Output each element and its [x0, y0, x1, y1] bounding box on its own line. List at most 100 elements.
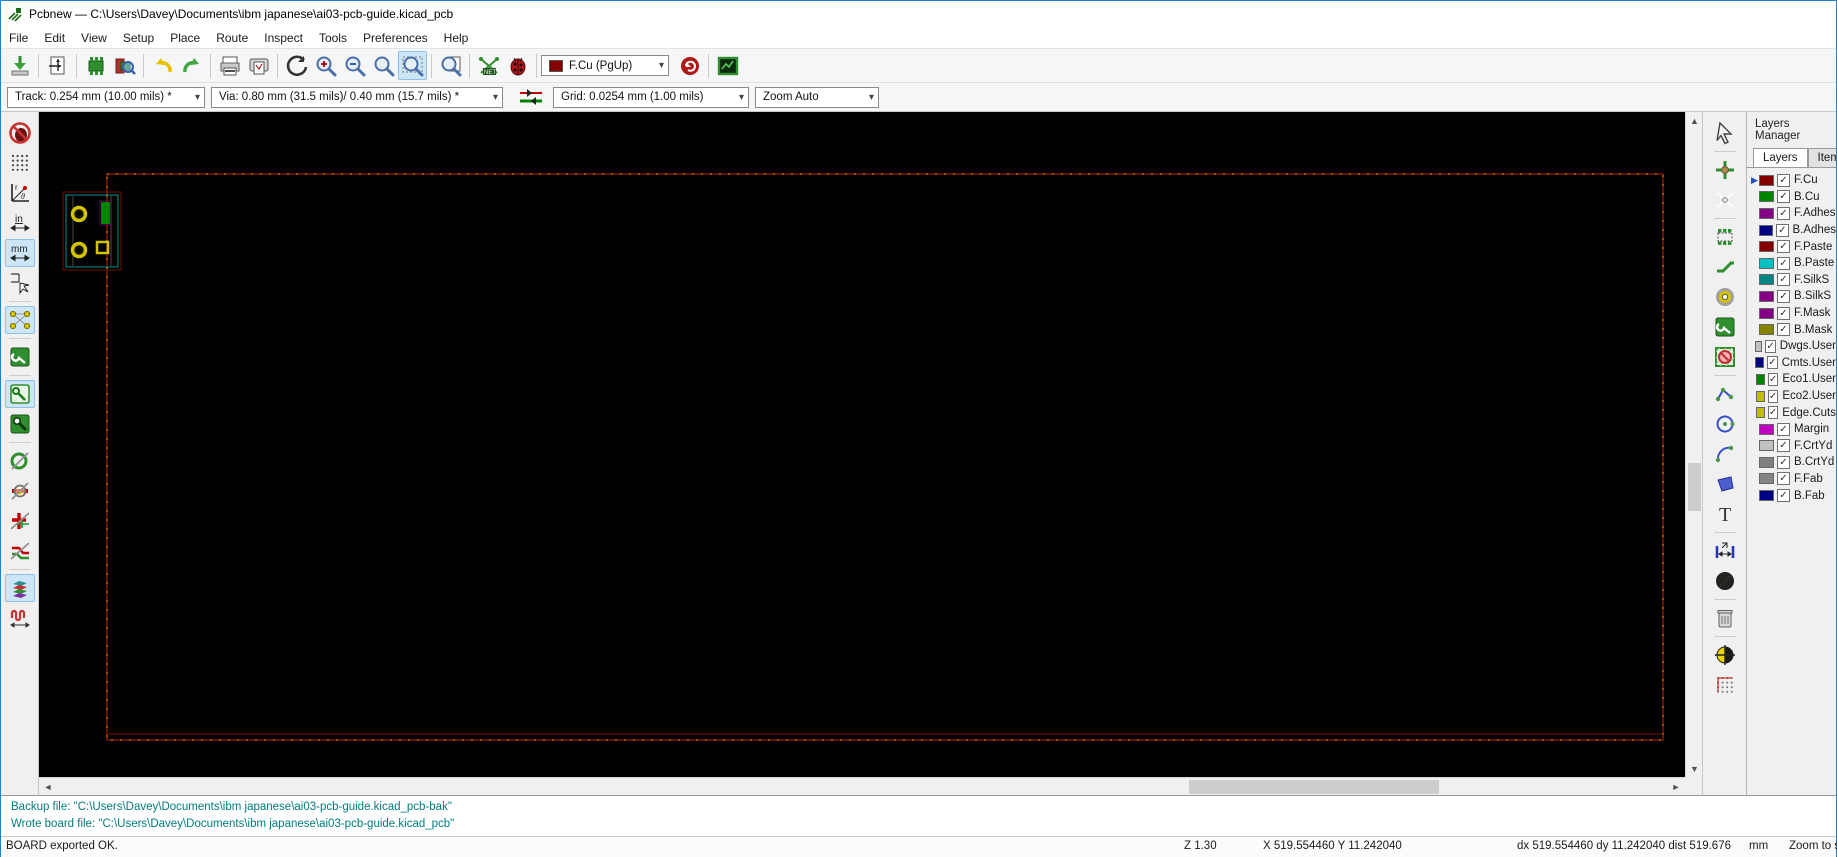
add-polygon-tool[interactable]: [1710, 470, 1740, 498]
scroll-right-arrow[interactable]: ►: [1667, 778, 1685, 796]
layer-color-swatch[interactable]: [1759, 191, 1774, 203]
menu-edit[interactable]: Edit: [36, 29, 73, 47]
polar-coords-toggle[interactable]: rθ: [5, 179, 35, 207]
zoom-block-button[interactable]: [436, 51, 465, 80]
layer-row-cmts-user[interactable]: ✓ Cmts.User: [1747, 355, 1836, 372]
horizontal-scrollbar[interactable]: ◄ ►: [39, 777, 1685, 795]
layer-visibility-checkbox[interactable]: ✓: [1777, 439, 1790, 453]
footprint-ratsnest-toggle[interactable]: [5, 343, 35, 371]
microwave-toolbar-toggle[interactable]: [5, 604, 35, 632]
print-button[interactable]: [215, 51, 244, 80]
layer-color-swatch[interactable]: [1759, 324, 1774, 336]
layer-color-swatch[interactable]: [1759, 440, 1774, 452]
pcb-canvas[interactable]: [39, 112, 1685, 777]
tab-layers[interactable]: Layers: [1753, 148, 1808, 167]
layer-visibility-checkbox[interactable]: ✓: [1777, 455, 1790, 469]
layer-row-edge-cuts[interactable]: ✓ Edge.Cuts: [1747, 404, 1836, 421]
add-line-tool[interactable]: [1710, 380, 1740, 408]
select-tool[interactable]: [1710, 119, 1740, 147]
add-via-tool[interactable]: [1710, 283, 1740, 311]
layer-visibility-checkbox[interactable]: ✓: [1777, 206, 1790, 220]
layer-visibility-checkbox[interactable]: ✓: [1776, 223, 1789, 237]
units-mm-toggle[interactable]: mm: [4, 239, 35, 267]
redo-button[interactable]: [177, 51, 206, 80]
layer-visibility-checkbox[interactable]: ✓: [1767, 356, 1778, 370]
layer-row-b-crtyd[interactable]: ✓ B.CrtYd: [1747, 454, 1836, 471]
layer-visibility-checkbox[interactable]: ✓: [1767, 389, 1779, 403]
menu-help[interactable]: Help: [436, 29, 477, 47]
save-button[interactable]: [5, 51, 34, 80]
add-zone-tool[interactable]: [1710, 313, 1740, 341]
add-circle-tool[interactable]: [1710, 410, 1740, 438]
track-width-select[interactable]: Track: 0.254 mm (10.00 mils) * ▾: [7, 86, 205, 108]
board-setup-button[interactable]: [43, 51, 72, 80]
menu-preferences[interactable]: Preferences: [355, 29, 436, 47]
layer-visibility-checkbox[interactable]: ✓: [1777, 273, 1790, 287]
clearance-toggle[interactable]: [5, 537, 35, 565]
ratsnest-visibility-toggle[interactable]: [4, 306, 35, 334]
menu-route[interactable]: Route: [208, 29, 256, 47]
zoom-in-button[interactable]: [311, 51, 340, 80]
zoom-fit-button[interactable]: [369, 51, 398, 80]
drill-origin-tool[interactable]: [1710, 641, 1740, 669]
layer-color-swatch[interactable]: [1759, 456, 1774, 468]
scroll-down-arrow[interactable]: ▼: [1686, 760, 1703, 777]
net-inspect-button[interactable]: NET: [474, 51, 503, 80]
menu-view[interactable]: View: [73, 29, 115, 47]
layer-color-swatch[interactable]: [1759, 241, 1774, 253]
add-footprint-tool[interactable]: [1710, 223, 1740, 251]
layer-visibility-checkbox[interactable]: ✓: [1767, 406, 1779, 420]
zoom-out-button[interactable]: [340, 51, 369, 80]
layer-visibility-checkbox[interactable]: ✓: [1777, 240, 1790, 254]
local-ratsnest-tool[interactable]: [1710, 186, 1740, 214]
footprint-editor-button[interactable]: [81, 51, 110, 80]
scroll-up-arrow[interactable]: ▲: [1686, 112, 1703, 129]
footprint-browser-button[interactable]: [110, 51, 139, 80]
undo-button[interactable]: [148, 51, 177, 80]
units-inches-toggle[interactable]: in: [5, 209, 35, 237]
layer-row-f-crtyd[interactable]: ✓ F.CrtYd: [1747, 438, 1836, 455]
layer-row-eco2-user[interactable]: ✓ Eco2.User: [1747, 388, 1836, 405]
tracks-sketch-toggle[interactable]: [4, 380, 35, 408]
layer-color-swatch[interactable]: [1759, 423, 1774, 435]
delete-tool[interactable]: [1710, 604, 1740, 632]
vertical-scroll-thumb[interactable]: [1688, 463, 1701, 511]
plugin-button[interactable]: [713, 51, 742, 80]
layer-color-swatch[interactable]: [1759, 290, 1774, 302]
layer-row-f-cu[interactable]: ▶ ✓ F.Cu: [1747, 172, 1836, 189]
layer-color-swatch[interactable]: [1755, 373, 1765, 385]
layer-row-b-paste[interactable]: ✓ B.Paste: [1747, 255, 1836, 272]
high-contrast-toggle[interactable]: [4, 574, 35, 602]
layer-color-swatch[interactable]: [1759, 473, 1774, 485]
layer-row-b-mask[interactable]: ✓ B.Mask: [1747, 321, 1836, 338]
add-keepout-tool[interactable]: [1710, 343, 1740, 371]
layer-color-swatch[interactable]: [1759, 274, 1774, 286]
menu-tools[interactable]: Tools: [311, 29, 355, 47]
menu-file[interactable]: File: [1, 29, 36, 47]
scroll-left-arrow[interactable]: ◄: [39, 778, 57, 796]
layer-color-swatch[interactable]: [1755, 407, 1765, 419]
drc-button[interactable]: [503, 51, 532, 80]
layer-visibility-checkbox[interactable]: ✓: [1777, 472, 1790, 486]
layer-color-swatch[interactable]: [1755, 390, 1765, 402]
pad-holes-toggle[interactable]: [5, 507, 35, 535]
layer-row-f-paste[interactable]: ✓ F.Paste: [1747, 238, 1836, 255]
layer-row-dwgs-user[interactable]: ✓ Dwgs.User: [1747, 338, 1836, 355]
drc-off-toggle[interactable]: [5, 119, 35, 147]
menu-setup[interactable]: Setup: [115, 29, 162, 47]
pads-sketch-toggle[interactable]: [5, 477, 35, 505]
layer-color-swatch[interactable]: [1759, 174, 1774, 186]
zoom-selection-button[interactable]: [398, 51, 427, 80]
layer-visibility-checkbox[interactable]: ✓: [1765, 339, 1776, 353]
layer-visibility-checkbox[interactable]: ✓: [1767, 372, 1779, 386]
highlight-net-tool[interactable]: [1710, 156, 1740, 184]
update-pcb-button[interactable]: [675, 51, 704, 80]
layer-color-swatch[interactable]: [1755, 357, 1765, 369]
layer-row-f-fab[interactable]: ✓ F.Fab: [1747, 471, 1836, 488]
add-arc-tool[interactable]: [1710, 440, 1740, 468]
plot-button[interactable]: [244, 51, 273, 80]
grid-origin-tool[interactable]: [1710, 671, 1740, 699]
layer-visibility-checkbox[interactable]: ✓: [1777, 173, 1790, 187]
route-track-tool[interactable]: [1710, 253, 1740, 281]
zoom-select[interactable]: Zoom Auto ▾: [755, 86, 879, 108]
